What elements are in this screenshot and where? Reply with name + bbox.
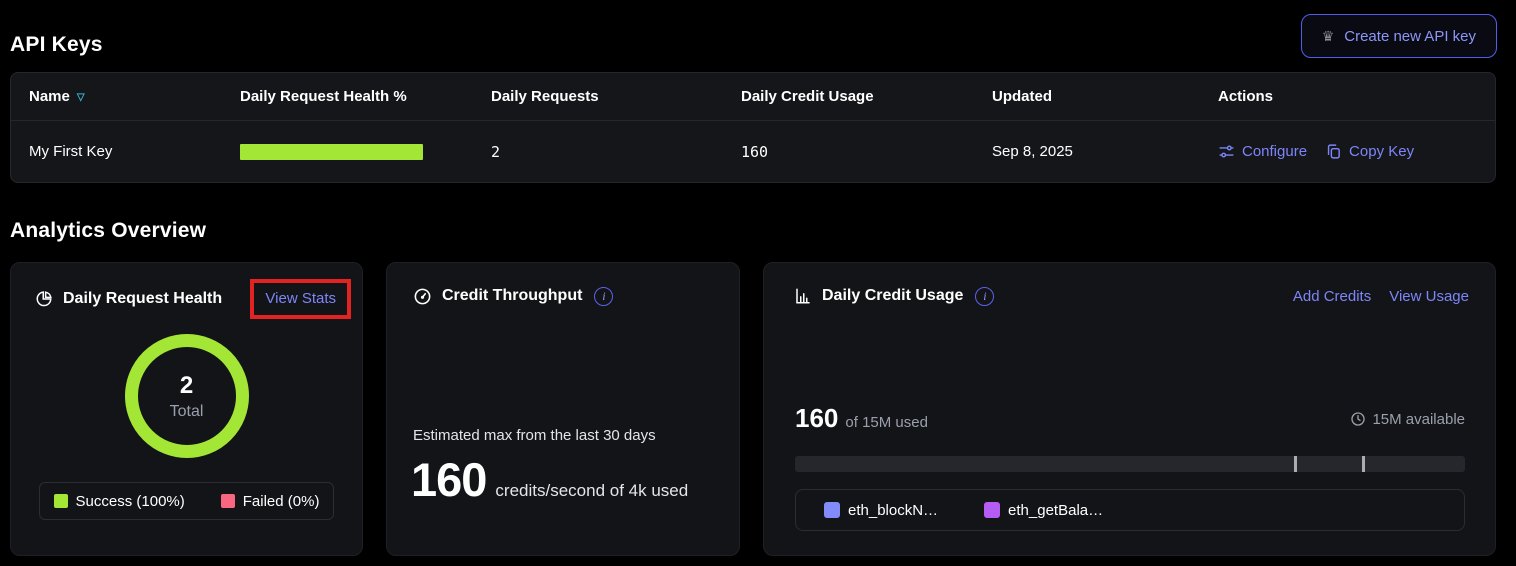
health-legend: Success (100%) Failed (0%) (39, 482, 334, 520)
throughput-value: 160 (411, 452, 486, 507)
view-usage-link[interactable]: View Usage (1389, 288, 1469, 305)
legend-item-failed: Failed (0%) (221, 493, 320, 510)
credits-used-value: 160 (795, 403, 838, 434)
updated-value: Sep 8, 2025 (992, 143, 1218, 160)
add-credits-link[interactable]: Add Credits (1293, 288, 1371, 305)
throughput-unit: credits/second of 4k used (495, 481, 688, 501)
view-stats-link[interactable]: View Stats (265, 290, 336, 307)
sort-desc-icon[interactable]: ▽ (77, 92, 85, 103)
card-title-daily-request-health: Daily Request Health (63, 290, 222, 308)
pie-chart-icon (35, 290, 53, 308)
credit-throughput-card: Credit Throughput i Estimated max from t… (386, 262, 740, 556)
throughput-description: Estimated max from the last 30 days (413, 427, 739, 444)
daily-requests-value: 2 (491, 143, 741, 161)
usage-tick-marker (1294, 456, 1297, 472)
api-keys-table: Name▽ Daily Request Health % Daily Reque… (10, 72, 1496, 183)
daily-request-health-card: Daily Request Health View Stats 2 Total … (10, 262, 363, 556)
donut-total-label: Total (170, 403, 204, 421)
copy-key-link[interactable]: Copy Key (1325, 143, 1414, 160)
actions-cell: Configure Copy Key (1218, 143, 1495, 160)
eth-blocknumber-swatch (824, 502, 840, 518)
analytics-cards: Daily Request Health View Stats 2 Total … (10, 262, 1496, 556)
copy-icon (1325, 143, 1342, 160)
legend-item-eth-getbalance: eth_getBala… (984, 502, 1103, 519)
column-header-actions: Actions (1218, 88, 1495, 105)
card-title-daily-credit-usage: Daily Credit Usage (822, 287, 963, 305)
eth-getbalance-swatch (984, 502, 1000, 518)
credits-available: 15M available (1350, 411, 1465, 428)
request-health-donut-chart: 2 Total (125, 334, 249, 458)
table-header-row: Name▽ Daily Request Health % Daily Reque… (11, 73, 1495, 121)
page-title: API Keys (10, 33, 103, 57)
daily-credit-usage-card: Daily Credit Usage i Add Credits View Us… (763, 262, 1496, 556)
column-header-credit-usage: Daily Credit Usage (741, 88, 992, 105)
card-title-credit-throughput: Credit Throughput (442, 287, 582, 305)
usage-tick-marker (1362, 456, 1365, 472)
column-header-requests: Daily Requests (491, 88, 741, 105)
bar-chart-icon (794, 287, 812, 305)
health-percent-bar (240, 144, 423, 160)
api-key-name: My First Key (29, 143, 240, 160)
credit-usage-progress-bar (795, 456, 1465, 472)
table-row: My First Key 2 160 Sep 8, 2025 Configure… (11, 121, 1495, 182)
gauge-icon (413, 287, 432, 306)
annotation-highlight: View Stats (250, 279, 351, 319)
success-swatch (54, 494, 68, 508)
create-api-key-label: Create new API key (1344, 28, 1476, 45)
create-api-key-button[interactable]: ♛ Create new API key (1301, 14, 1497, 58)
sliders-icon (1218, 143, 1235, 160)
info-icon[interactable]: i (975, 287, 994, 306)
crown-icon: ♛ (1322, 29, 1335, 43)
column-header-name[interactable]: Name▽ (29, 88, 240, 105)
info-icon[interactable]: i (594, 287, 613, 306)
column-header-health: Daily Request Health % (240, 88, 491, 105)
legend-item-success: Success (100%) (54, 493, 185, 510)
donut-total-value: 2 (180, 372, 193, 400)
daily-credit-usage-value: 160 (741, 143, 992, 161)
credits-used-label: of 15M used (845, 414, 928, 431)
clock-icon (1350, 411, 1366, 427)
usage-legend: eth_blockN… eth_getBala… (795, 489, 1465, 531)
legend-item-eth-blocknumber: eth_blockN… (824, 502, 938, 519)
failed-swatch (221, 494, 235, 508)
column-header-updated: Updated (992, 88, 1218, 105)
configure-link[interactable]: Configure (1218, 143, 1307, 160)
analytics-overview-title: Analytics Overview (10, 219, 206, 243)
health-bar-cell (240, 144, 491, 160)
